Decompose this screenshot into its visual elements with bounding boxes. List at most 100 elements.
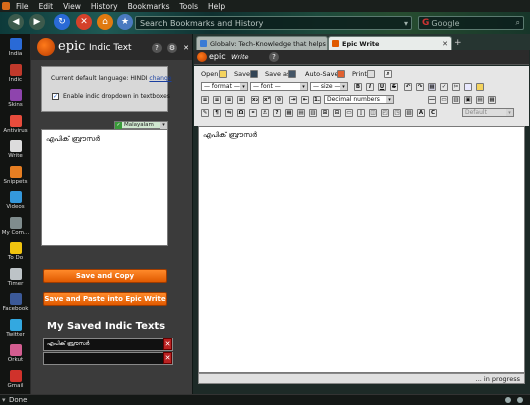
tab-epic-write[interactable]: Epic Write ✕ xyxy=(328,36,452,50)
move-backward-icon[interactable]: ◳ xyxy=(393,109,401,117)
open-button[interactable]: Open xyxy=(201,70,218,78)
paste-icon[interactable] xyxy=(476,83,484,91)
italic-icon[interactable]: I xyxy=(366,83,374,91)
abbreviation-icon[interactable]: A xyxy=(417,109,425,117)
left-toolbar-item[interactable]: Write xyxy=(0,139,31,165)
left-toolbar-item[interactable]: Antivirus xyxy=(0,114,31,140)
left-toolbar-item[interactable]: Facebook xyxy=(0,292,31,318)
url-dropdown-icon[interactable]: ▾ xyxy=(404,19,408,28)
language-select[interactable]: ✓ Malayalam ▾ xyxy=(114,121,168,129)
delete-saved-button[interactable]: ✕ xyxy=(163,352,172,364)
left-toolbar-item[interactable]: Gmail xyxy=(0,369,31,395)
move-forward-icon[interactable]: ◰ xyxy=(381,109,389,117)
url-input[interactable]: Search Bookmarks and History xyxy=(140,19,404,28)
save-and-copy-button[interactable]: Save and Copy xyxy=(43,269,167,283)
delete-saved-button[interactable]: ✕ xyxy=(163,338,172,350)
numbered-list-icon[interactable]: 1. xyxy=(313,96,321,104)
printer-icon[interactable] xyxy=(367,70,375,78)
copy-icon[interactable] xyxy=(464,83,472,91)
left-toolbar-item[interactable]: Skins xyxy=(0,88,31,114)
close-tab-icon[interactable]: ✕ xyxy=(442,40,448,48)
remove-format-icon[interactable]: ⊘ xyxy=(275,96,283,104)
align-right-icon[interactable]: ≡ xyxy=(225,96,233,104)
search-go-icon[interactable]: ⌕ xyxy=(516,18,520,28)
search-bar[interactable]: G Google ⌕ xyxy=(418,16,524,30)
forward-button[interactable]: ▶ xyxy=(29,14,45,30)
underline-icon[interactable]: U xyxy=(378,83,386,91)
back-button[interactable]: ◀ xyxy=(8,14,24,30)
indic-text-input[interactable]: എപിക് ബ്രൗസർ xyxy=(41,129,168,246)
subscript-icon[interactable]: x₂ xyxy=(251,96,259,104)
format-select[interactable]: — format — ▾ xyxy=(201,82,248,91)
url-bar[interactable]: Search Bookmarks and History ▾ xyxy=(135,16,412,30)
search-input[interactable]: Google xyxy=(431,19,515,28)
save-as-icon[interactable] xyxy=(288,70,296,78)
left-toolbar-item[interactable]: Indic xyxy=(0,63,31,89)
image-icon[interactable]: ▣ xyxy=(464,96,472,104)
menu-view[interactable]: View xyxy=(63,2,81,11)
help-icon[interactable]: ? xyxy=(152,43,162,53)
visual-aid-icon[interactable]: ▧ xyxy=(405,109,413,117)
left-toolbar-item[interactable]: Snippets xyxy=(0,165,31,191)
delete-column-icon[interactable]: ▯ xyxy=(357,109,365,117)
folder-icon[interactable] xyxy=(219,70,227,78)
left-toolbar-item[interactable]: India xyxy=(0,37,31,63)
horizontal-rule-icon[interactable]: ― xyxy=(428,96,436,104)
save-button[interactable]: Save xyxy=(234,70,250,78)
print-button[interactable]: Print xyxy=(352,70,367,78)
left-toolbar-item[interactable]: Videos xyxy=(0,190,31,216)
list-style-select[interactable]: Decimal numbers ▾ xyxy=(324,95,394,104)
paragraph-icon[interactable]: ¶ xyxy=(213,109,221,117)
left-toolbar-item[interactable]: Timer xyxy=(0,267,31,293)
superscript-icon[interactable]: x² xyxy=(263,96,271,104)
cell-props-icon[interactable]: ▦ xyxy=(285,109,293,117)
text-direction-icon[interactable]: ⇋ xyxy=(225,109,233,117)
help-icon[interactable]: ? xyxy=(269,52,279,62)
row-props-icon[interactable]: ▤ xyxy=(297,109,305,117)
brush-icon[interactable]: ✎ xyxy=(201,109,209,117)
home-button[interactable]: ⌂ xyxy=(97,14,113,30)
col-props-icon[interactable]: ▥ xyxy=(309,109,317,117)
menu-bookmarks[interactable]: Bookmarks xyxy=(128,2,170,11)
size-select[interactable]: — size — ▾ xyxy=(310,82,348,91)
menu-tools[interactable]: Tools xyxy=(180,2,198,11)
align-justify-icon[interactable]: ≡ xyxy=(237,96,245,104)
bookmarks-button[interactable]: ★ xyxy=(117,14,133,30)
link-icon[interactable]: ⚭ xyxy=(249,109,257,117)
font-select[interactable]: — font — ▾ xyxy=(250,82,308,91)
left-toolbar-item[interactable]: My Com... xyxy=(0,216,31,242)
merge-cells-icon[interactable]: ⊞ xyxy=(321,109,329,117)
left-toolbar-item[interactable]: Orkut xyxy=(0,343,31,369)
change-language-link[interactable]: change xyxy=(149,75,171,82)
status-icon-1[interactable] xyxy=(505,397,511,403)
delete-row-icon[interactable]: ▭ xyxy=(345,109,353,117)
indent-icon[interactable]: ⇥ xyxy=(289,96,297,104)
indic-dropdown-checkbox[interactable]: ✓ xyxy=(52,93,59,100)
new-tab-icon[interactable]: + xyxy=(454,38,463,48)
settings-icon[interactable]: ⚙ xyxy=(167,43,177,53)
tab-globalv[interactable]: Globalv: Tech-Knowledge that helps xyxy=(196,36,328,50)
editor-area[interactable]: എപിക് ബ്രൗസർ xyxy=(198,126,525,373)
menu-file[interactable]: File xyxy=(16,2,29,11)
save-as-button[interactable]: Save as xyxy=(265,70,290,78)
menu-history[interactable]: History xyxy=(91,2,118,11)
help-icon[interactable]: ? xyxy=(273,109,281,117)
outdent-icon[interactable]: ⇤ xyxy=(301,96,309,104)
stop-button[interactable]: ✕ xyxy=(76,14,92,30)
table-props-icon[interactable]: ▦ xyxy=(488,96,496,104)
auto-save-icon[interactable] xyxy=(337,70,345,78)
insert-row-icon[interactable]: ▭ xyxy=(440,96,448,104)
insert-layer-icon[interactable]: ◫ xyxy=(369,109,377,117)
menu-help[interactable]: Help xyxy=(208,2,225,11)
table-icon[interactable]: ▦ xyxy=(428,83,436,91)
left-toolbar-item[interactable]: Twitter xyxy=(0,318,31,344)
anchor-icon[interactable]: ⚓ xyxy=(261,109,269,117)
saved-text-item[interactable]: എപിക് ബ്രൗസർ xyxy=(43,338,173,351)
split-cells-icon[interactable]: ⊟ xyxy=(333,109,341,117)
redo-icon[interactable]: ↷ xyxy=(416,83,424,91)
cut-icon[interactable]: ✂ xyxy=(452,83,460,91)
insert-column-icon[interactable]: ▥ xyxy=(452,96,460,104)
status-icon-2[interactable] xyxy=(517,397,523,403)
cite-icon[interactable]: C xyxy=(429,109,437,117)
spell-check-icon[interactable]: ✓ xyxy=(440,83,448,91)
